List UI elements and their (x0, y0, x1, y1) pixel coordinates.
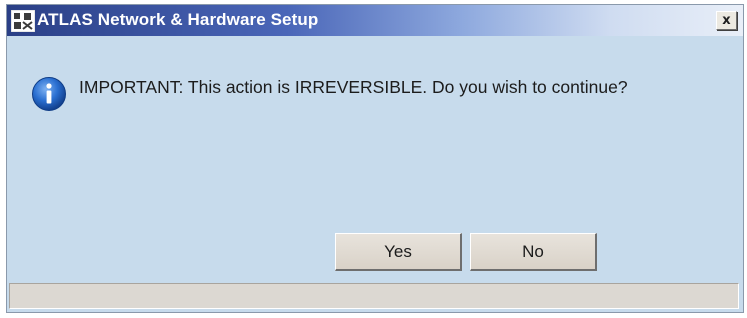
close-button[interactable]: x (716, 11, 737, 30)
info-icon (32, 77, 66, 111)
dialog-window: ATLAS Network & Hardware Setup x IMPORTA… (6, 4, 744, 313)
close-icon: x (722, 13, 731, 28)
yes-button[interactable]: Yes (335, 233, 462, 271)
atlas-app-icon (11, 10, 35, 32)
dialog-message: IMPORTANT: This action is IRREVERSIBLE. … (79, 77, 628, 97)
window-title: ATLAS Network & Hardware Setup (37, 10, 319, 29)
no-button[interactable]: No (470, 233, 597, 271)
status-bar (9, 283, 739, 309)
title-bar[interactable]: ATLAS Network & Hardware Setup x (7, 5, 743, 36)
